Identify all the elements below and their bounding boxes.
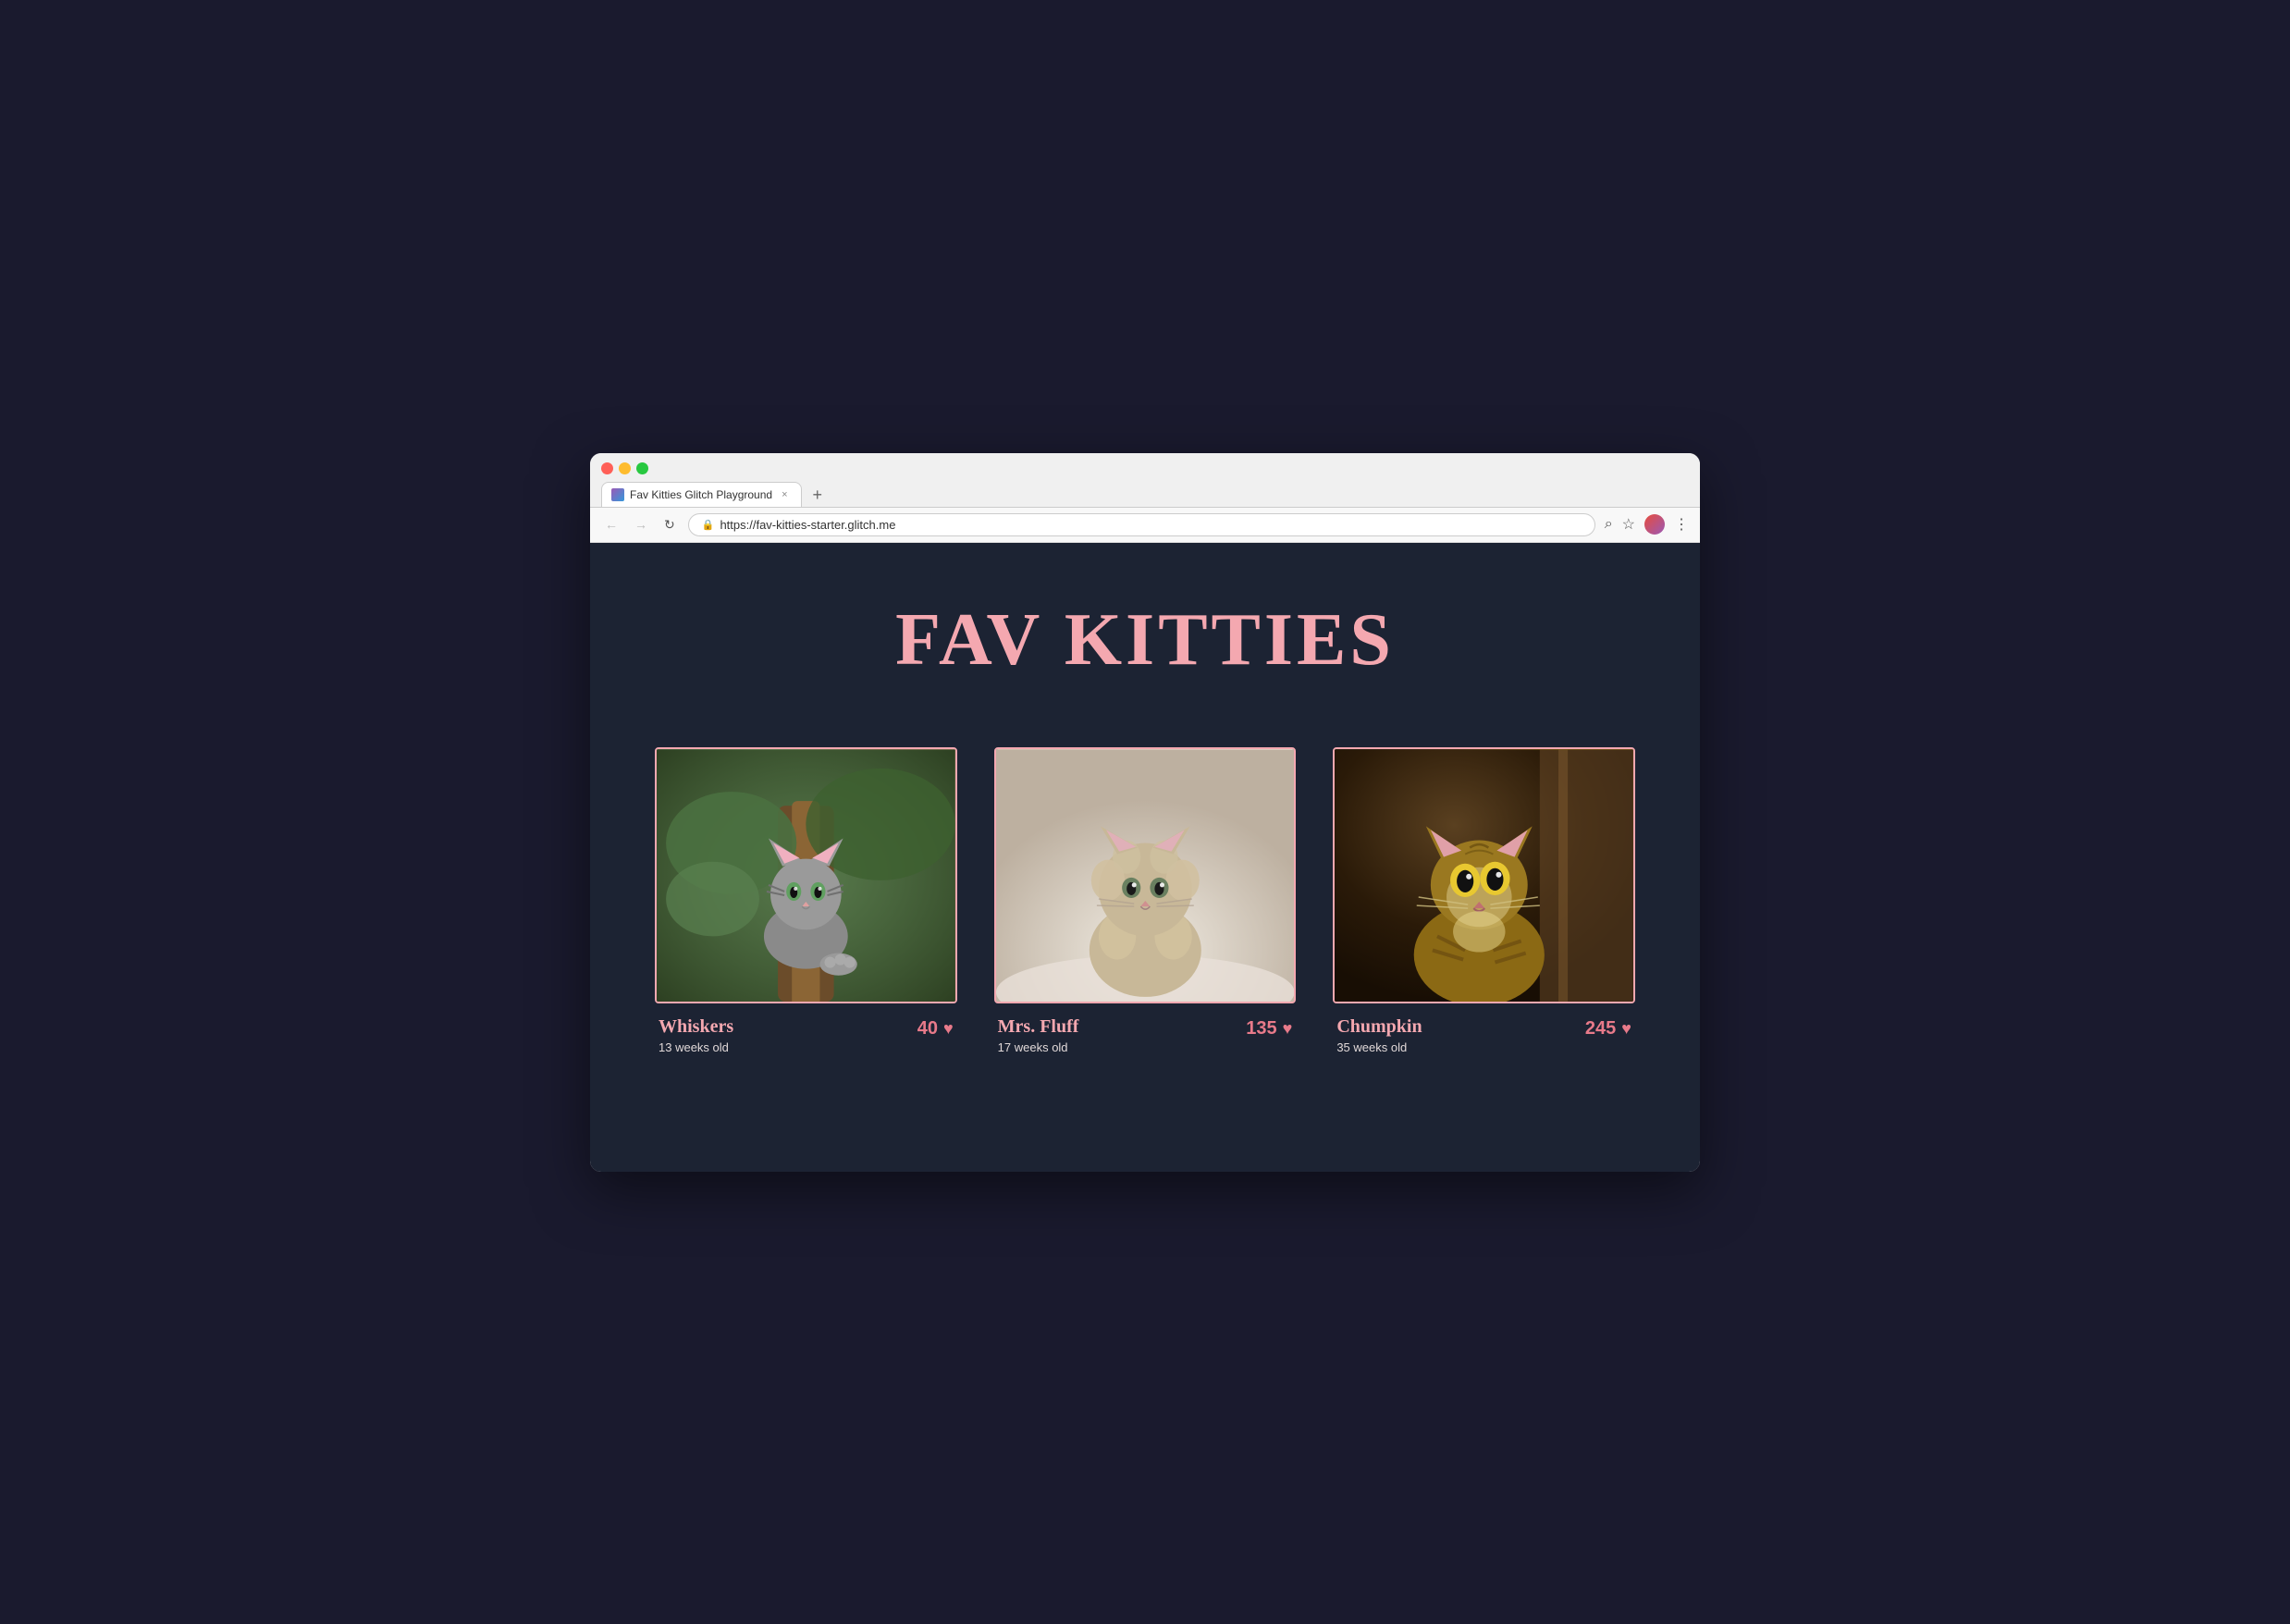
address-text: https://fav-kitties-starter.glitch.me — [720, 518, 895, 532]
menu-icon[interactable]: ⋮ — [1674, 515, 1689, 534]
kitty-name-chumpkin: Chumpkin — [1336, 1016, 1422, 1038]
kitty-age-chumpkin: 35 weeks old — [1336, 1040, 1422, 1054]
kitty-name-mrs-fluff: Mrs. Fluff — [998, 1016, 1079, 1038]
kitty-votes-whiskers[interactable]: 40 ♥ — [917, 1018, 954, 1040]
forward-button[interactable]: → — [631, 516, 651, 533]
kitty-image-wrapper-mrs-fluff — [994, 747, 1297, 1004]
tab-close-icon[interactable]: × — [782, 489, 787, 500]
window-maximize-button[interactable] — [636, 462, 648, 474]
kitties-grid: Whiskers 13 weeks old 40 ♥ — [655, 747, 1635, 1055]
search-icon[interactable]: ⌕ — [1605, 516, 1613, 533]
browser-addressbar: ← → ↻ 🔒 https://fav-kitties-starter.glit… — [590, 508, 1700, 543]
kitty-age-whiskers: 13 weeks old — [659, 1040, 733, 1054]
window-minimize-button[interactable] — [619, 462, 631, 474]
back-button[interactable]: ← — [601, 516, 622, 533]
tab-title: Fav Kitties Glitch Playground — [630, 488, 772, 501]
heart-icon-chumpkin: ♥ — [1621, 1019, 1631, 1039]
kitty-image-wrapper-chumpkin — [1333, 747, 1635, 1004]
new-tab-button[interactable]: + — [806, 483, 831, 507]
votes-count-chumpkin: 245 — [1585, 1018, 1616, 1040]
address-bar[interactable]: 🔒 https://fav-kitties-starter.glitch.me — [688, 513, 1595, 536]
kitty-votes-mrs-fluff[interactable]: 135 ♥ — [1246, 1018, 1292, 1040]
heart-icon-whiskers: ♥ — [943, 1019, 954, 1039]
kitty-card-chumpkin: Chumpkin 35 weeks old 245 ♥ — [1333, 747, 1635, 1055]
kitty-age-mrs-fluff: 17 weeks old — [998, 1040, 1079, 1054]
votes-count-whiskers: 40 — [917, 1018, 938, 1040]
kitty-votes-chumpkin[interactable]: 245 ♥ — [1585, 1018, 1631, 1040]
browser-window: Fav Kitties Glitch Playground × + ← → ↻ … — [590, 453, 1700, 1172]
page-content: FAV KITTIES — [590, 543, 1700, 1172]
user-avatar[interactable] — [1644, 514, 1665, 535]
bookmark-icon[interactable]: ☆ — [1622, 515, 1635, 534]
kitty-card-whiskers: Whiskers 13 weeks old 40 ♥ — [655, 747, 957, 1055]
tab-favicon — [611, 488, 624, 501]
page-title: FAV KITTIES — [627, 598, 1663, 683]
votes-count-mrs-fluff: 135 — [1246, 1018, 1276, 1040]
kitty-info-whiskers: Whiskers 13 weeks old 40 ♥ — [655, 1016, 957, 1054]
browser-tab[interactable]: Fav Kitties Glitch Playground × — [601, 482, 802, 507]
kitty-card-mrs-fluff: Mrs. Fluff 17 weeks old 135 ♥ — [994, 747, 1297, 1055]
window-close-button[interactable] — [601, 462, 613, 474]
heart-icon-mrs-fluff: ♥ — [1283, 1019, 1293, 1039]
kitty-image-wrapper-whiskers — [655, 747, 957, 1004]
refresh-button[interactable]: ↻ — [660, 516, 679, 533]
kitty-info-chumpkin: Chumpkin 35 weeks old 245 ♥ — [1333, 1016, 1635, 1054]
lock-icon: 🔒 — [702, 519, 715, 531]
kitty-name-whiskers: Whiskers — [659, 1016, 733, 1038]
kitty-info-mrs-fluff: Mrs. Fluff 17 weeks old 135 ♥ — [994, 1016, 1297, 1054]
browser-titlebar: Fav Kitties Glitch Playground × + — [590, 453, 1700, 508]
